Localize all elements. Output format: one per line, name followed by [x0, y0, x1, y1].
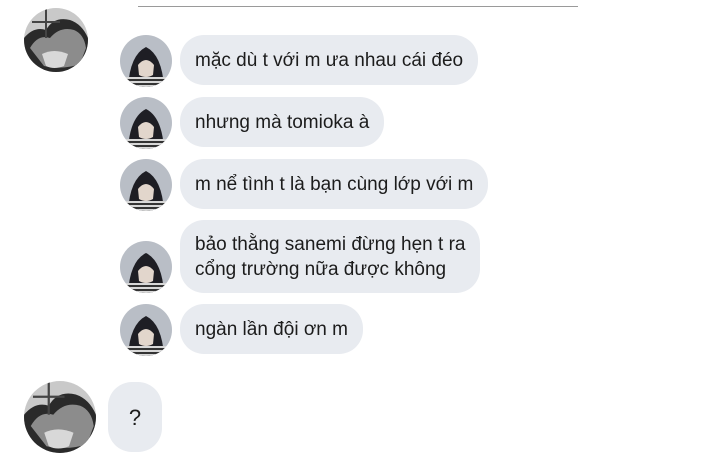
dark-haired-avatar-icon [120, 159, 172, 211]
message-bubble[interactable]: m nể tình t là bạn cùng lớp với m [180, 159, 489, 209]
sender-avatar[interactable] [120, 35, 172, 87]
sender-avatar[interactable] [120, 241, 172, 293]
message-bubble[interactable]: ngàn lần đội ơn m [180, 304, 363, 354]
message-text-line: cổng trường nữa được không [195, 258, 447, 280]
message-text: nhưng mà tomioka à [195, 111, 370, 133]
sender-avatar[interactable] [120, 159, 172, 211]
sender-avatar[interactable] [120, 97, 172, 149]
grey-haired-avatar-icon [24, 8, 88, 72]
sender-avatar[interactable] [120, 304, 172, 356]
receiver-avatar-top[interactable] [24, 8, 88, 72]
message-bubble[interactable]: mặc dù t với m ưa nhau cái đéo [180, 35, 479, 85]
grey-haired-avatar-icon [24, 381, 96, 453]
top-divider [138, 6, 578, 7]
dark-haired-avatar-icon [120, 35, 172, 87]
receiver-avatar-bottom[interactable] [24, 381, 96, 453]
message-text: m nể tình t là bạn cùng lớp với m [195, 173, 474, 195]
message-bubble[interactable]: nhưng mà tomioka à [180, 97, 385, 147]
reply-bubble[interactable]: ? [108, 382, 162, 452]
dark-haired-avatar-icon [120, 241, 172, 293]
message-bubble[interactable]: bảo thằng sanemi đừng hẹn t ra cổng trườ… [180, 220, 481, 293]
message-text: mặc dù t với m ưa nhau cái đéo [195, 49, 464, 71]
reply-text: ? [128, 404, 142, 430]
message-text-line: bảo thằng sanemi đừng hẹn t ra [195, 233, 466, 255]
dark-haired-avatar-icon [120, 304, 172, 356]
message-text: ngàn lần đội ơn m [195, 318, 348, 340]
dark-haired-avatar-icon [120, 97, 172, 149]
